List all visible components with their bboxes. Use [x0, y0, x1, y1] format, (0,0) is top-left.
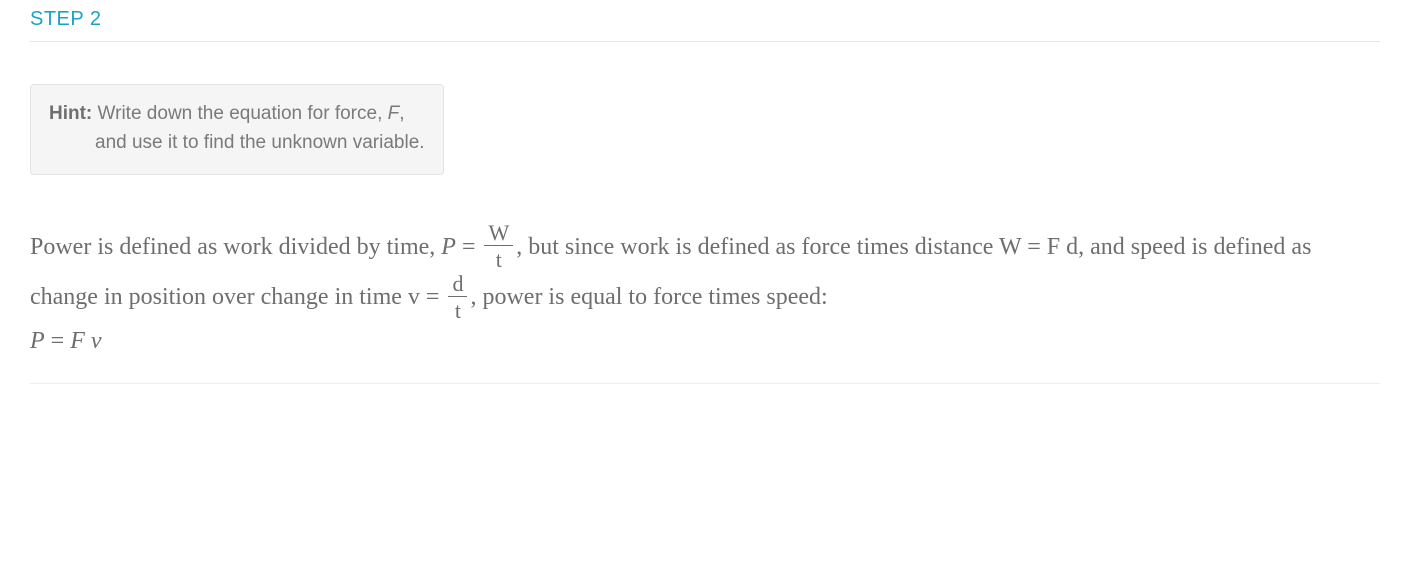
frac2-den: t — [448, 296, 467, 322]
hint-var-f: F — [388, 103, 400, 124]
eq3: = — [420, 284, 446, 310]
fraction-W-over-t: Wt — [484, 221, 513, 271]
eq2: = — [1021, 234, 1047, 260]
body-seg2: , but since work is defined as force tim… — [516, 234, 999, 260]
divider-bottom — [30, 383, 1380, 384]
var-F: F — [1047, 234, 1060, 260]
fraction-d-over-t: dt — [448, 272, 467, 322]
result-equation: P = F v — [30, 328, 1380, 355]
step-panel: STEP 2 Hint: Write down the equation for… — [0, 0, 1410, 402]
hint-line1-tail: , — [399, 103, 404, 124]
frac1-den: t — [484, 245, 513, 271]
eq1: = — [456, 234, 482, 260]
hint-label: Hint: — [49, 103, 92, 124]
frac2-num: d — [448, 272, 467, 296]
explanation-paragraph: Power is defined as work divided by time… — [30, 223, 1380, 324]
frac1-num: W — [484, 221, 513, 245]
var-P: P — [441, 234, 456, 260]
var-W: W — [999, 234, 1021, 260]
var-v: v — [408, 284, 420, 310]
hint-box: Hint: Write down the equation for force,… — [30, 84, 444, 175]
body-seg1: Power is defined as work divided by time… — [30, 234, 441, 260]
eq-equals: = — [45, 328, 71, 354]
step-heading: STEP 2 — [30, 8, 1380, 31]
hint-line1: Write down the equation for force, — [98, 103, 388, 124]
var-d: d — [1066, 234, 1078, 260]
divider-top — [30, 41, 1380, 42]
hint-line2: and use it to find the unknown variable. — [49, 128, 425, 157]
eq-F: F — [70, 328, 85, 354]
body-seg4: , power is equal to force times speed: — [470, 284, 827, 310]
eq-P: P — [30, 328, 45, 354]
eq-v: v — [91, 328, 102, 354]
